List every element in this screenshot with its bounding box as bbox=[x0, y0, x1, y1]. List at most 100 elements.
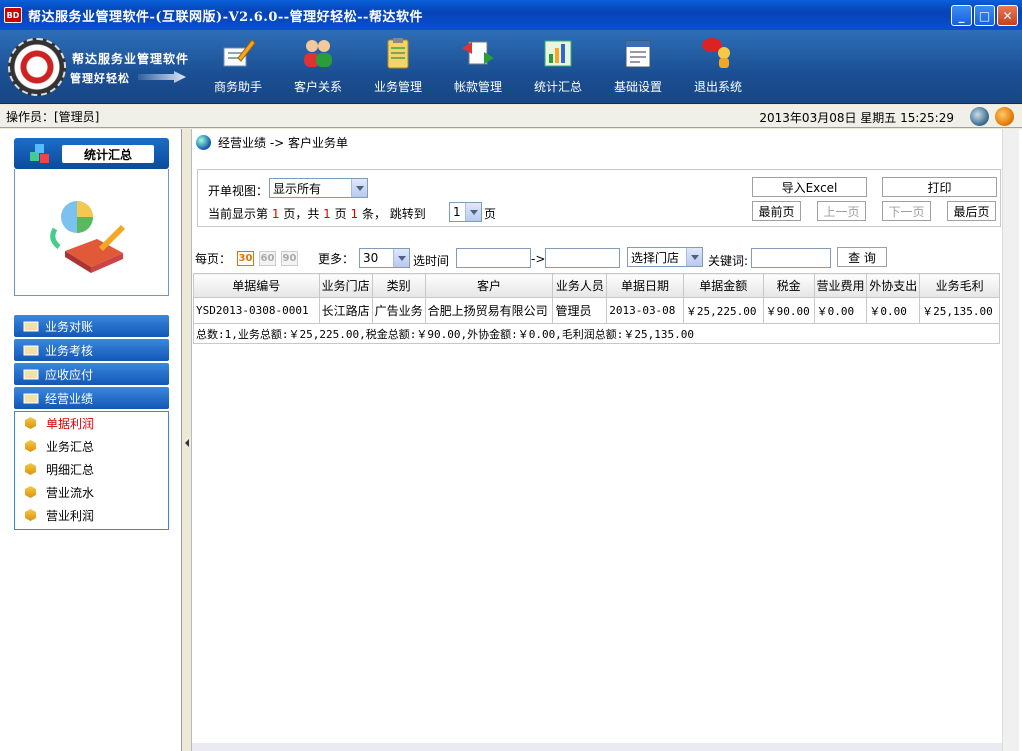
col-header[interactable]: 类别 bbox=[371, 273, 426, 298]
col-header[interactable]: 单据金额 bbox=[682, 273, 764, 298]
toolbar-business-assistant[interactable]: 商务助手 bbox=[202, 36, 274, 100]
horizontal-scrollbar[interactable] bbox=[192, 743, 1002, 751]
last-page-button[interactable]: 最后页 bbox=[947, 201, 996, 221]
perpage-label: 每页： bbox=[195, 252, 232, 266]
sidebar-group-assessment[interactable]: 业务考核 bbox=[14, 339, 169, 361]
summary-text: 总数:1,业务总额:￥25,225.00,税金总额:￥90.00,外协金额:￥0… bbox=[193, 323, 1000, 344]
cube-icon bbox=[25, 486, 36, 498]
cell-gross-profit: ￥25,135.00 bbox=[919, 297, 1000, 324]
folder-icon bbox=[23, 345, 39, 356]
toolbar-statistics[interactable]: 统计汇总 bbox=[522, 36, 594, 100]
sidebar-group-reconciliation[interactable]: 业务对账 bbox=[14, 315, 169, 337]
folder-icon bbox=[23, 369, 39, 380]
network-icon[interactable] bbox=[970, 107, 989, 126]
sidebar-header: 统计汇总 bbox=[14, 138, 169, 169]
app-logo-icon: BD bbox=[4, 7, 22, 23]
cell-expense: ￥0.00 bbox=[813, 297, 868, 324]
first-page-button[interactable]: 最前页 bbox=[752, 201, 801, 221]
status-bar: 操作员：[管理员] 2013年03月08日 星期五 15:25:29 bbox=[0, 105, 1022, 128]
collapse-arrow-icon[interactable] bbox=[185, 439, 189, 447]
folder-open-icon bbox=[23, 393, 39, 404]
prev-page-button[interactable]: 上一页 bbox=[817, 201, 866, 221]
col-header[interactable]: 税金 bbox=[762, 273, 815, 298]
title-bar: BD 帮达服务业管理软件-(互联网版)-V2.6.0--管理好轻松--帮达软件 … bbox=[0, 0, 1022, 30]
maximize-button[interactable]: □ bbox=[974, 5, 995, 26]
vertical-scrollbar[interactable] bbox=[1002, 129, 1019, 751]
main-toolbar: 帮达服务业管理软件 管理好轻松 商务助手 客户关系 业务管理 帐款管理 统计汇总 bbox=[0, 30, 1022, 104]
export-excel-button[interactable]: 导入Excel bbox=[752, 177, 867, 197]
cell-store: 长江路店 bbox=[318, 297, 373, 324]
cube-icon bbox=[25, 509, 36, 521]
sidebar-group-receivables[interactable]: 应收应付 bbox=[14, 363, 169, 385]
page-jump-select[interactable]: 1 bbox=[449, 202, 482, 222]
pie-book-icon bbox=[50, 201, 125, 273]
minimize-button[interactable]: _ bbox=[951, 5, 972, 26]
cell-amount: ￥25,225.00 bbox=[682, 297, 764, 324]
sidebar-item-operating-profit[interactable]: 营业利润 bbox=[25, 506, 94, 524]
sidebar-item-detail-summary[interactable]: 明细汇总 bbox=[25, 460, 94, 478]
perpage-30[interactable]: 30 bbox=[237, 251, 254, 266]
col-header[interactable]: 业务人员 bbox=[552, 273, 608, 298]
sidebar-item-business-summary[interactable]: 业务汇总 bbox=[25, 437, 94, 455]
gear-logo-icon bbox=[8, 38, 66, 96]
arrow-icon bbox=[138, 71, 186, 83]
search-button[interactable]: 查 询 bbox=[837, 247, 887, 267]
page-info: 当前显示第 1 页，共 1 页 1 条， 跳转到 bbox=[208, 207, 426, 221]
datetime-display: 2013年03月08日 星期五 15:25:29 bbox=[759, 111, 954, 125]
toolbar-account-management[interactable]: 帐款管理 bbox=[442, 36, 514, 100]
chevron-down-icon bbox=[465, 203, 481, 221]
view-select[interactable]: 显示所有 bbox=[269, 178, 368, 198]
brand-name: 帮达服务业管理软件 bbox=[72, 52, 190, 66]
table-header-row: 单据编号 业务门店 类别 客户 业务人员 单据日期 单据金额 税金 营业费用 外… bbox=[193, 273, 1000, 298]
cell-outsource: ￥0.00 bbox=[866, 297, 921, 324]
help-icon[interactable] bbox=[995, 107, 1014, 126]
sidebar-item-document-profit[interactable]: 单据利润 bbox=[25, 414, 94, 432]
performance-submenu: 单据利润 业务汇总 明细汇总 营业流水 营业利润 bbox=[14, 411, 169, 530]
end-date-input[interactable] bbox=[545, 248, 620, 268]
sidebar-group-performance[interactable]: 经营业绩 bbox=[14, 387, 169, 409]
keyword-input[interactable] bbox=[751, 248, 831, 268]
keyword-label: 关键词: bbox=[708, 254, 749, 268]
print-button[interactable]: 打印 bbox=[882, 177, 997, 197]
breadcrumb-text: 经营业绩 -> 客户业务单 bbox=[218, 136, 349, 150]
filter-panel: 开单视图： 显示所有 当前显示第 1 页，共 1 页 1 条， 跳转到 1 页 … bbox=[197, 169, 1001, 227]
cube-icon bbox=[25, 417, 36, 429]
cell-staff: 管理员 bbox=[552, 297, 608, 324]
panel-splitter[interactable] bbox=[182, 129, 192, 751]
start-date-input[interactable] bbox=[456, 248, 531, 268]
sidebar-item-sales-journal[interactable]: 营业流水 bbox=[25, 483, 94, 501]
cell-doc-no: YSD2013-0308-0001 bbox=[193, 297, 320, 324]
perpage-90[interactable]: 90 bbox=[281, 251, 298, 266]
toolbar-basic-settings[interactable]: 基础设置 bbox=[602, 36, 674, 100]
cube-icon bbox=[25, 463, 36, 475]
col-header[interactable]: 单据编号 bbox=[193, 273, 320, 298]
settings-document-icon bbox=[620, 36, 656, 70]
toolbar-customer-relations[interactable]: 客户关系 bbox=[282, 36, 354, 100]
cell-category: 广告业务 bbox=[371, 297, 426, 324]
cubes-icon bbox=[30, 144, 49, 163]
col-header[interactable]: 业务门店 bbox=[318, 273, 373, 298]
sidebar-header-label: 统计汇总 bbox=[62, 145, 154, 163]
toolbar-business-management[interactable]: 业务管理 bbox=[362, 36, 434, 100]
col-header[interactable]: 营业费用 bbox=[813, 273, 868, 298]
col-header[interactable]: 外协支出 bbox=[866, 273, 921, 298]
cell-tax: ￥90.00 bbox=[762, 297, 815, 324]
brand-slogan: 管理好轻松 bbox=[70, 72, 130, 85]
close-button[interactable]: ✕ bbox=[997, 5, 1018, 26]
col-header[interactable]: 单据日期 bbox=[606, 273, 684, 298]
col-header[interactable]: 客户 bbox=[424, 273, 554, 298]
window-title: 帮达服务业管理软件-(互联网版)-V2.6.0--管理好轻松--帮达软件 bbox=[28, 9, 423, 25]
table-row[interactable]: YSD2013-0308-0001 长江路店 广告业务 合肥上扬贸易有限公司 管… bbox=[193, 297, 1000, 324]
page-unit: 页 bbox=[484, 207, 497, 221]
perpage-60[interactable]: 60 bbox=[259, 251, 276, 266]
col-header[interactable]: 业务毛利 bbox=[919, 273, 1000, 298]
store-select[interactable]: 选择门店 bbox=[627, 247, 703, 267]
next-page-button[interactable]: 下一页 bbox=[882, 201, 931, 221]
cube-icon bbox=[25, 440, 36, 452]
more-label: 更多： bbox=[318, 252, 355, 266]
time-label: 选时间 bbox=[413, 254, 450, 268]
chart-icon bbox=[540, 36, 576, 70]
cell-date: 2013-03-08 bbox=[606, 297, 684, 324]
more-select[interactable]: 30 bbox=[359, 248, 410, 268]
toolbar-exit-system[interactable]: 退出系统 bbox=[682, 36, 754, 100]
